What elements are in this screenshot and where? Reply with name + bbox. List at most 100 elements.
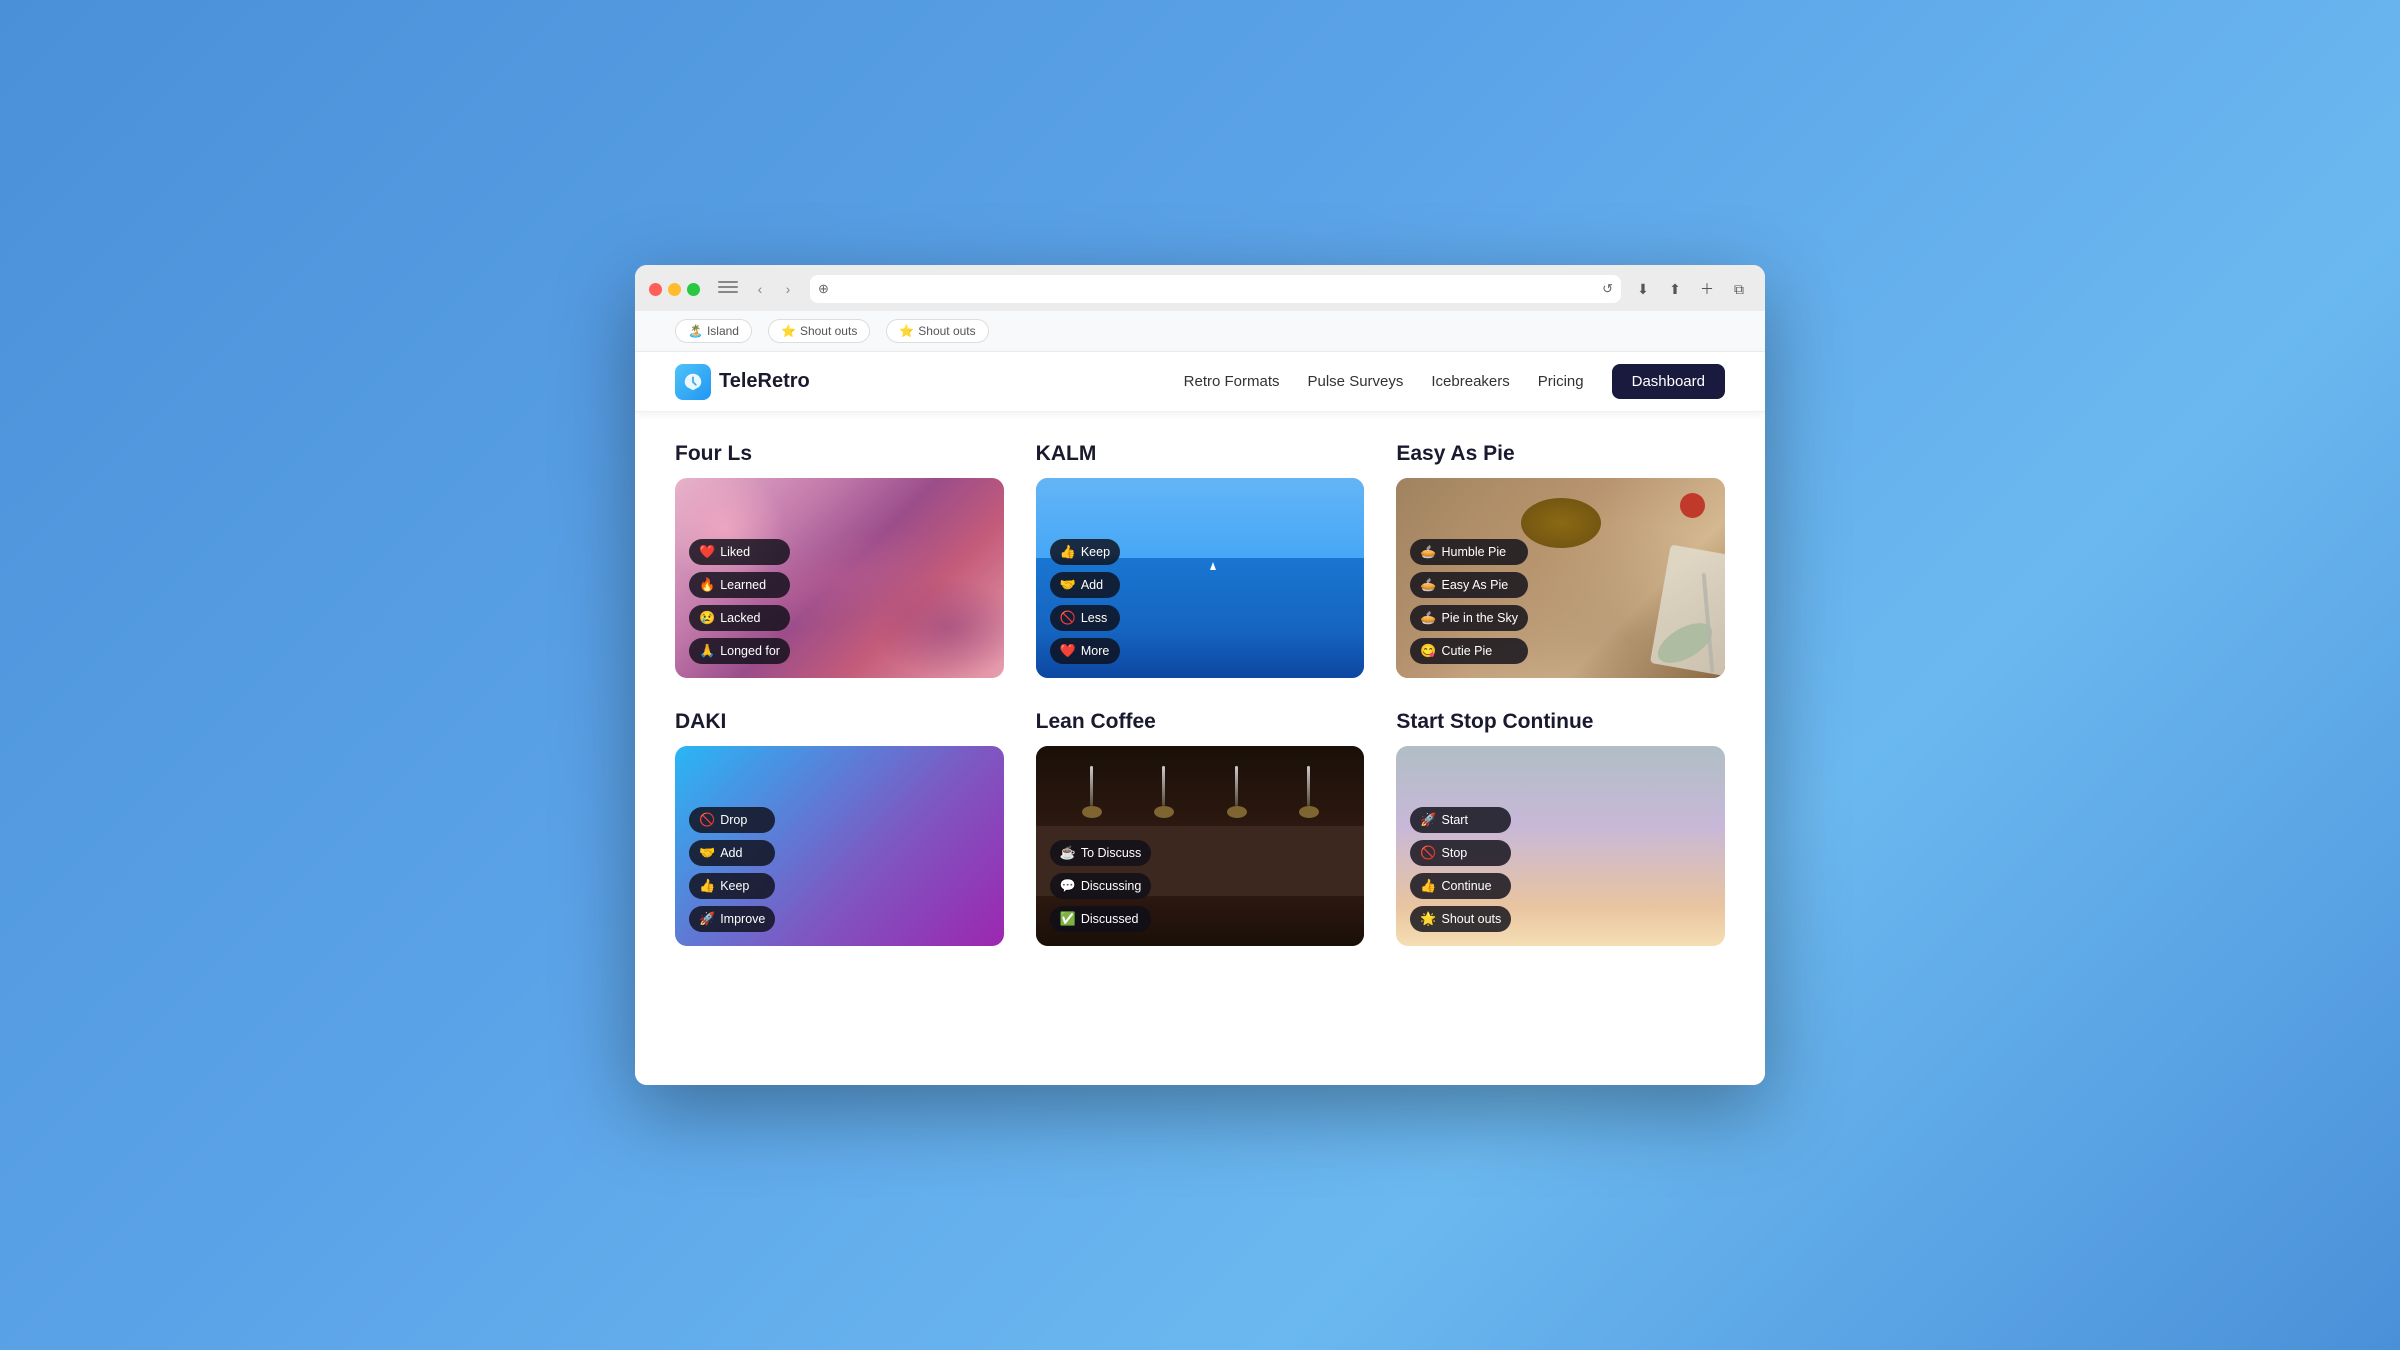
sidebar-toggle-icon[interactable] <box>718 281 738 297</box>
cafe-light-4 <box>1307 766 1310 806</box>
logo-icon <box>675 364 711 400</box>
drop-label: Drop <box>720 813 747 827</box>
less-label: Less <box>1081 611 1107 625</box>
cafe-light-1 <box>1090 766 1093 806</box>
lacked-emoji: 😢 <box>699 610 715 626</box>
discussed-label: Discussed <box>1081 912 1139 926</box>
tag-less: 🚫 Less <box>1050 605 1120 631</box>
tag-add-daki: 🤝 Add <box>689 840 775 866</box>
card-image-easy-pie[interactable]: 🥧 Humble Pie 🥧 Easy As Pie 🥧 Pie in the … <box>1396 478 1725 678</box>
card-image-ssc[interactable]: 🚀 Start 🚫 Stop 👍 Continue <box>1396 746 1725 946</box>
nav-pulse-surveys[interactable]: Pulse Surveys <box>1308 373 1404 390</box>
download-icon[interactable]: ⬇ <box>1631 277 1655 301</box>
tag-add: 🤝 Add <box>1050 572 1120 598</box>
kalm-boat <box>1210 562 1216 570</box>
add-daki-emoji: 🤝 <box>699 845 715 861</box>
cafe-light-2 <box>1162 766 1165 806</box>
shout-outs-emoji: 🌟 <box>1420 911 1436 927</box>
nav-pricing[interactable]: Pricing <box>1538 373 1584 390</box>
peek-tag-island: 🏝️ Island <box>675 319 752 343</box>
card-image-daki[interactable]: 🚫 Drop 🤝 Add 👍 Keep <box>675 746 1004 946</box>
tag-pie-in-sky: 🥧 Pie in the Sky <box>1410 605 1528 631</box>
improve-label: Improve <box>720 912 765 926</box>
keep-label: Keep <box>1081 545 1110 559</box>
peek-tag-shoutouts-1: ⭐ Shout outs <box>768 319 870 343</box>
add-emoji: 🤝 <box>1060 577 1076 593</box>
shout-outs-label: Shout outs <box>1442 912 1502 926</box>
card-image-lean-coffee[interactable]: ☕ To Discuss 💬 Discussing ✅ Discussed <box>1036 746 1365 946</box>
ssc-tags: 🚀 Start 🚫 Stop 👍 Continue <box>1410 807 1511 932</box>
discussing-label: Discussing <box>1081 879 1141 893</box>
easy-as-pie-emoji: 🥧 <box>1420 577 1436 593</box>
more-label: More <box>1081 644 1109 658</box>
navbar: TeleRetro Retro Formats Pulse Surveys Ic… <box>635 352 1765 412</box>
cutie-pie-emoji: 😋 <box>1420 643 1436 659</box>
humble-pie-emoji: 🥧 <box>1420 544 1436 560</box>
discussed-emoji: ✅ <box>1060 911 1076 927</box>
four-ls-tags: ❤️ Liked 🔥 Learned 😢 Lacked <box>689 539 790 664</box>
forward-button[interactable]: › <box>776 277 800 301</box>
peek-tag-shoutouts-2: ⭐ Shout outs <box>886 319 988 343</box>
tag-to-discuss: ☕ To Discuss <box>1050 840 1152 866</box>
nav-links: Retro Formats Pulse Surveys Icebreakers … <box>1184 364 1725 399</box>
nav-retro-formats[interactable]: Retro Formats <box>1184 373 1280 390</box>
start-emoji: 🚀 <box>1420 812 1436 828</box>
browser-controls: ‹ › ⊕ ↺ ⬇ ⬆ ＋ ⧉ <box>649 275 1751 303</box>
card-four-ls: Four Ls ❤️ Liked 🔥 Learned <box>675 442 1004 678</box>
to-discuss-label: To Discuss <box>1081 846 1141 860</box>
improve-emoji: 🚀 <box>699 911 715 927</box>
card-image-four-ls[interactable]: ❤️ Liked 🔥 Learned 😢 Lacked <box>675 478 1004 678</box>
tag-drop: 🚫 Drop <box>689 807 775 833</box>
close-button[interactable] <box>649 283 662 296</box>
traffic-lights <box>649 283 700 296</box>
shoutouts-emoji-2: ⭐ <box>899 324 914 338</box>
pie-in-sky-label: Pie in the Sky <box>1442 611 1518 625</box>
longed-label: Longed for <box>720 644 780 658</box>
discussing-emoji: 💬 <box>1060 878 1076 894</box>
cafe-lights <box>1036 766 1365 806</box>
reload-icon[interactable]: ↺ <box>1602 281 1613 297</box>
fullscreen-button[interactable] <box>687 283 700 296</box>
tag-start: 🚀 Start <box>1410 807 1511 833</box>
continue-label: Continue <box>1442 879 1492 893</box>
pie-apple <box>1680 493 1705 518</box>
back-button[interactable]: ‹ <box>748 277 772 301</box>
url-bar[interactable]: ⊕ ↺ <box>810 275 1621 303</box>
tag-lacked: 😢 Lacked <box>689 605 790 631</box>
logo-text: TeleRetro <box>719 370 810 393</box>
browser-chrome: ‹ › ⊕ ↺ ⬇ ⬆ ＋ ⧉ <box>635 265 1765 311</box>
new-tab-icon[interactable]: ＋ <box>1695 277 1719 301</box>
to-discuss-emoji: ☕ <box>1060 845 1076 861</box>
card-start-stop-continue: Start Stop Continue 🚀 Start 🚫 Stop <box>1396 710 1725 946</box>
keep-daki-emoji: 👍 <box>699 878 715 894</box>
tag-shout-outs: 🌟 Shout outs <box>1410 906 1511 932</box>
tag-improve: 🚀 Improve <box>689 906 775 932</box>
keep-emoji: 👍 <box>1060 544 1076 560</box>
nav-icebreakers[interactable]: Icebreakers <box>1431 373 1509 390</box>
easy-as-pie-label: Easy As Pie <box>1442 578 1509 592</box>
learned-emoji: 🔥 <box>699 577 715 593</box>
card-title-daki: DAKI <box>675 710 1004 734</box>
card-image-kalm[interactable]: 👍 Keep 🤝 Add 🚫 Less <box>1036 478 1365 678</box>
shoutouts-label-1: Shout outs <box>800 324 857 338</box>
minimize-button[interactable] <box>668 283 681 296</box>
cafe-light-3 <box>1235 766 1238 806</box>
share-icon[interactable]: ⬆ <box>1663 277 1687 301</box>
start-label: Start <box>1442 813 1468 827</box>
stop-emoji: 🚫 <box>1420 845 1436 861</box>
cutie-pie-label: Cutie Pie <box>1442 644 1493 658</box>
browser-actions: ⬇ ⬆ ＋ ⧉ <box>1631 277 1751 301</box>
shoutouts-label-2: Shout outs <box>918 324 975 338</box>
logo-area[interactable]: TeleRetro <box>675 364 810 400</box>
privacy-icon: ⊕ <box>818 281 829 297</box>
window-icon[interactable]: ⧉ <box>1727 277 1751 301</box>
browser-nav: ‹ › <box>748 277 800 301</box>
tag-humble-pie: 🥧 Humble Pie <box>1410 539 1528 565</box>
lacked-label: Lacked <box>720 611 760 625</box>
dashboard-button[interactable]: Dashboard <box>1612 364 1725 399</box>
tag-discussing: 💬 Discussing <box>1050 873 1152 899</box>
cards-grid: Four Ls ❤️ Liked 🔥 Learned <box>675 442 1725 946</box>
tag-continue: 👍 Continue <box>1410 873 1511 899</box>
page-content: 🏝️ Island ⭐ Shout outs ⭐ Shout outs <box>635 311 1765 1085</box>
card-title-ssc: Start Stop Continue <box>1396 710 1725 734</box>
